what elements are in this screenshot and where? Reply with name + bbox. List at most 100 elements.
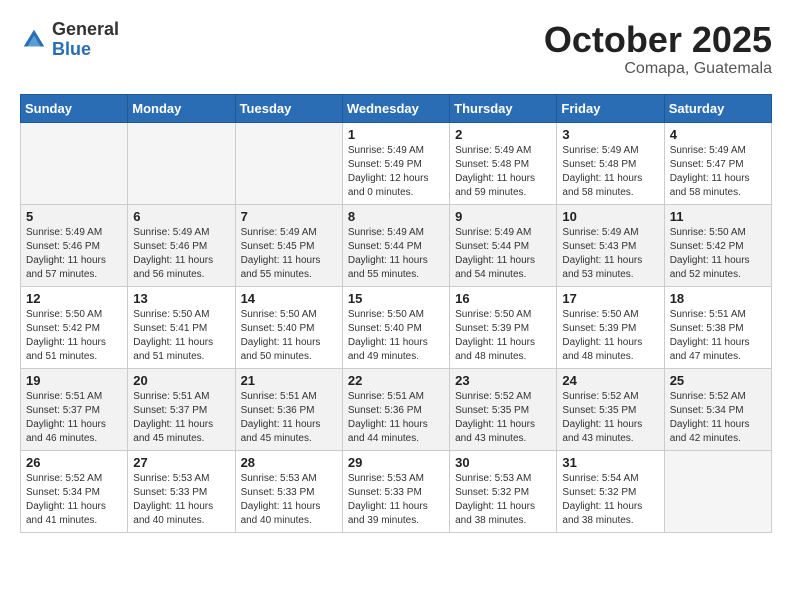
- day-number: 29: [348, 455, 444, 470]
- weekday-header: Thursday: [450, 94, 557, 122]
- day-info: Sunrise: 5:51 AM Sunset: 5:36 PM Dayligh…: [348, 390, 444, 446]
- day-info: Sunrise: 5:53 AM Sunset: 5:33 PM Dayligh…: [133, 472, 229, 528]
- day-number: 30: [455, 455, 551, 470]
- calendar-cell: 29 Sunrise: 5:53 AM Sunset: 5:33 PM Dayli…: [342, 450, 449, 532]
- calendar-cell: 19 Sunrise: 5:51 AM Sunset: 5:37 PM Dayli…: [21, 368, 128, 450]
- day-info: Sunrise: 5:53 AM Sunset: 5:32 PM Dayligh…: [455, 472, 551, 528]
- calendar-cell: 22 Sunrise: 5:51 AM Sunset: 5:36 PM Dayli…: [342, 368, 449, 450]
- day-info: Sunrise: 5:52 AM Sunset: 5:35 PM Dayligh…: [455, 390, 551, 446]
- day-info: Sunrise: 5:50 AM Sunset: 5:41 PM Dayligh…: [133, 308, 229, 364]
- calendar-cell: 26 Sunrise: 5:52 AM Sunset: 5:34 PM Dayli…: [21, 450, 128, 532]
- calendar-cell: 24 Sunrise: 5:52 AM Sunset: 5:35 PM Dayli…: [557, 368, 664, 450]
- logo-blue: Blue: [52, 40, 119, 60]
- day-number: 15: [348, 291, 444, 306]
- calendar-cell: 6 Sunrise: 5:49 AM Sunset: 5:46 PM Daylig…: [128, 204, 235, 286]
- logo: General Blue: [20, 20, 119, 60]
- day-info: Sunrise: 5:53 AM Sunset: 5:33 PM Dayligh…: [348, 472, 444, 528]
- day-number: 25: [670, 373, 766, 388]
- calendar-cell: 28Sunrise: 5:53 AM Sunset: 5:33 PM Dayli…: [235, 450, 342, 532]
- day-number: 24: [562, 373, 658, 388]
- day-info: Sunrise: 5:50 AM Sunset: 5:42 PM Dayligh…: [670, 226, 766, 282]
- calendar-cell: 7Sunrise: 5:49 AM Sunset: 5:45 PM Daylig…: [235, 204, 342, 286]
- day-info: Sunrise: 5:50 AM Sunset: 5:39 PM Dayligh…: [562, 308, 658, 364]
- weekday-header: Sunday: [21, 94, 128, 122]
- day-info: Sunrise: 5:52 AM Sunset: 5:34 PM Dayligh…: [26, 472, 122, 528]
- weekday-header: Tuesday: [235, 94, 342, 122]
- calendar-cell: 8 Sunrise: 5:49 AM Sunset: 5:44 PM Daylig…: [342, 204, 449, 286]
- calendar-cell: [664, 450, 771, 532]
- day-info: Sunrise: 5:49 AM Sunset: 5:48 PM Dayligh…: [562, 144, 658, 200]
- calendar-cell: 3 Sunrise: 5:49 AM Sunset: 5:48 PM Daylig…: [557, 122, 664, 204]
- calendar-cell: 11 Sunrise: 5:50 AM Sunset: 5:42 PM Dayli…: [664, 204, 771, 286]
- calendar-cell: 14Sunrise: 5:50 AM Sunset: 5:40 PM Dayli…: [235, 286, 342, 368]
- day-info: Sunrise: 5:50 AM Sunset: 5:42 PM Dayligh…: [26, 308, 122, 364]
- logo-text: General Blue: [52, 20, 119, 60]
- day-info: Sunrise: 5:50 AM Sunset: 5:39 PM Dayligh…: [455, 308, 551, 364]
- day-number: 28: [241, 455, 337, 470]
- weekday-header: Friday: [557, 94, 664, 122]
- calendar-cell: 27 Sunrise: 5:53 AM Sunset: 5:33 PM Dayli…: [128, 450, 235, 532]
- day-number: 1: [348, 127, 444, 142]
- day-info: Sunrise: 5:54 AM Sunset: 5:32 PM Dayligh…: [562, 472, 658, 528]
- calendar-cell: 5 Sunrise: 5:49 AM Sunset: 5:46 PM Daylig…: [21, 204, 128, 286]
- calendar-week-row: 12 Sunrise: 5:50 AM Sunset: 5:42 PM Dayli…: [21, 286, 772, 368]
- day-number: 5: [26, 209, 122, 224]
- day-info: Sunrise: 5:49 AM Sunset: 5:49 PM Dayligh…: [348, 144, 444, 200]
- day-number: 26: [26, 455, 122, 470]
- calendar-cell: 2 Sunrise: 5:49 AM Sunset: 5:48 PM Daylig…: [450, 122, 557, 204]
- day-number: 27: [133, 455, 229, 470]
- calendar-cell: [235, 122, 342, 204]
- day-number: 11: [670, 209, 766, 224]
- weekday-header-row: SundayMondayTuesdayWednesdayThursdayFrid…: [21, 94, 772, 122]
- weekday-header: Monday: [128, 94, 235, 122]
- day-number: 12: [26, 291, 122, 306]
- day-number: 2: [455, 127, 551, 142]
- calendar-cell: 12 Sunrise: 5:50 AM Sunset: 5:42 PM Dayli…: [21, 286, 128, 368]
- day-info: Sunrise: 5:52 AM Sunset: 5:35 PM Dayligh…: [562, 390, 658, 446]
- calendar-cell: [128, 122, 235, 204]
- calendar-cell: 10Sunrise: 5:49 AM Sunset: 5:43 PM Dayli…: [557, 204, 664, 286]
- day-info: Sunrise: 5:52 AM Sunset: 5:34 PM Dayligh…: [670, 390, 766, 446]
- day-info: Sunrise: 5:51 AM Sunset: 5:38 PM Dayligh…: [670, 308, 766, 364]
- day-info: Sunrise: 5:51 AM Sunset: 5:37 PM Dayligh…: [26, 390, 122, 446]
- logo-general: General: [52, 20, 119, 40]
- calendar-week-row: 1 Sunrise: 5:49 AM Sunset: 5:49 PM Daylig…: [21, 122, 772, 204]
- day-number: 7: [241, 209, 337, 224]
- calendar-cell: 18Sunrise: 5:51 AM Sunset: 5:38 PM Dayli…: [664, 286, 771, 368]
- day-number: 8: [348, 209, 444, 224]
- calendar-week-row: 26 Sunrise: 5:52 AM Sunset: 5:34 PM Dayli…: [21, 450, 772, 532]
- day-number: 19: [26, 373, 122, 388]
- day-number: 9: [455, 209, 551, 224]
- day-info: Sunrise: 5:49 AM Sunset: 5:44 PM Dayligh…: [348, 226, 444, 282]
- month-title: October 2025: [544, 20, 772, 60]
- weekday-header: Wednesday: [342, 94, 449, 122]
- day-info: Sunrise: 5:49 AM Sunset: 5:48 PM Dayligh…: [455, 144, 551, 200]
- calendar-cell: [21, 122, 128, 204]
- calendar-cell: 23 Sunrise: 5:52 AM Sunset: 5:35 PM Dayli…: [450, 368, 557, 450]
- title-block: October 2025 Comapa, Guatemala: [544, 20, 772, 78]
- calendar-cell: 13Sunrise: 5:50 AM Sunset: 5:41 PM Dayli…: [128, 286, 235, 368]
- day-info: Sunrise: 5:51 AM Sunset: 5:37 PM Dayligh…: [133, 390, 229, 446]
- day-info: Sunrise: 5:49 AM Sunset: 5:46 PM Dayligh…: [133, 226, 229, 282]
- calendar: SundayMondayTuesdayWednesdayThursdayFrid…: [20, 94, 772, 533]
- calendar-week-row: 5 Sunrise: 5:49 AM Sunset: 5:46 PM Daylig…: [21, 204, 772, 286]
- day-info: Sunrise: 5:49 AM Sunset: 5:44 PM Dayligh…: [455, 226, 551, 282]
- calendar-week-row: 19 Sunrise: 5:51 AM Sunset: 5:37 PM Dayli…: [21, 368, 772, 450]
- calendar-cell: 25 Sunrise: 5:52 AM Sunset: 5:34 PM Dayli…: [664, 368, 771, 450]
- day-number: 3: [562, 127, 658, 142]
- logo-icon: [20, 26, 48, 54]
- day-number: 21: [241, 373, 337, 388]
- day-info: Sunrise: 5:49 AM Sunset: 5:47 PM Dayligh…: [670, 144, 766, 200]
- day-number: 23: [455, 373, 551, 388]
- day-info: Sunrise: 5:49 AM Sunset: 5:43 PM Dayligh…: [562, 226, 658, 282]
- day-info: Sunrise: 5:49 AM Sunset: 5:46 PM Dayligh…: [26, 226, 122, 282]
- calendar-cell: 16Sunrise: 5:50 AM Sunset: 5:39 PM Dayli…: [450, 286, 557, 368]
- weekday-header: Saturday: [664, 94, 771, 122]
- day-number: 20: [133, 373, 229, 388]
- calendar-cell: 30 Sunrise: 5:53 AM Sunset: 5:32 PM Dayli…: [450, 450, 557, 532]
- day-number: 6: [133, 209, 229, 224]
- day-number: 17: [562, 291, 658, 306]
- calendar-cell: 20 Sunrise: 5:51 AM Sunset: 5:37 PM Dayli…: [128, 368, 235, 450]
- calendar-cell: 15Sunrise: 5:50 AM Sunset: 5:40 PM Dayli…: [342, 286, 449, 368]
- day-number: 22: [348, 373, 444, 388]
